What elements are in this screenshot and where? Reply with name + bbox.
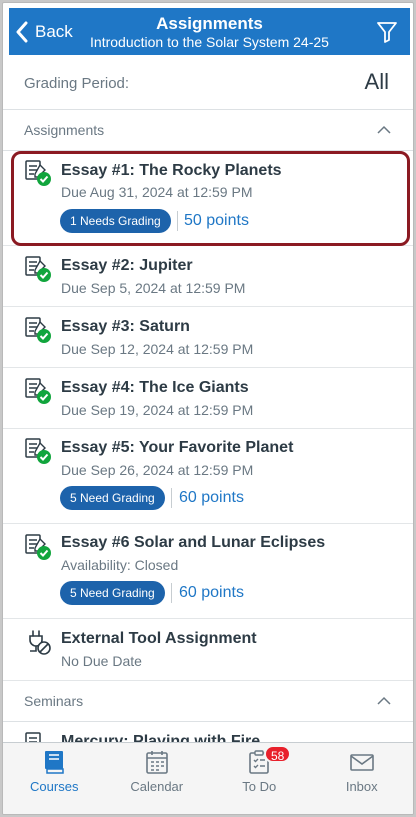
tab-label: To Do [242,779,277,794]
published-assignment-icon [25,256,51,282]
needs-grading-badge: 5 Need Grading [60,486,165,510]
assignment-title: External Tool Assignment [61,630,257,647]
assignment-due-date: Due Sep 5, 2024 at 12:59 PM [61,280,246,296]
selection-highlight [11,151,410,246]
course-subtitle: Introduction to the Solar System 24-25 [90,34,329,50]
assignment-due-date: Due Sep 26, 2024 at 12:59 PM [61,462,254,478]
tab-inbox[interactable]: Inbox [311,743,414,814]
section-title: Seminars [24,693,84,709]
tab-label: Calendar [130,779,184,794]
courses-icon [45,751,64,774]
assignment-points: 60 points [179,584,244,601]
divider [171,488,172,508]
published-assignment-icon [25,534,51,560]
chevron-up-icon [377,125,391,134]
assignment-row[interactable]: Essay #2: Jupiter Due Sep 5, 2024 at 12:… [3,246,413,307]
assignment-due-date: Due Sep 12, 2024 at 12:59 PM [61,341,254,357]
tab-bar: Courses Calendar To Do 58 Inbox [3,742,413,814]
assignment-points: 60 points [179,489,244,506]
divider [171,583,172,603]
assignment-row[interactable]: Essay #5: Your Favorite Planet Due Sep 2… [3,429,413,524]
assignment-title: Essay #4: The Ice Giants [61,379,249,396]
tab-label: Courses [30,779,79,794]
navigation-titles: Assignments Introduction to the Solar Sy… [9,14,410,51]
section-title: Assignments [24,122,105,138]
tab-label: Inbox [345,779,378,794]
assignment-due-date: No Due Date [61,653,142,669]
assignments-section-header[interactable]: Assignments [3,110,413,151]
navigation-bar: Back Assignments Introduction to the Sol… [9,8,410,55]
needs-grading-badge: 5 Need Grading [60,581,165,605]
assignment-title: Essay #2: Jupiter [61,257,193,274]
page-title: Assignments [156,14,263,33]
tab-courses[interactable]: Courses [3,743,106,814]
grading-period-selector[interactable]: All [365,69,389,95]
assignment-title: Essay #6 Solar and Lunar Eclipses [61,534,326,551]
grading-period-row: Grading Period: All [3,55,413,110]
published-assignment-icon [25,438,51,464]
chevron-up-icon [377,696,391,705]
tab-todo[interactable]: To Do 58 [208,743,311,814]
published-assignment-icon [25,317,51,343]
grading-period-label: Grading Period: [24,75,130,92]
assignment-row[interactable]: Essay #3: Saturn Due Sep 12, 2024 at 12:… [3,307,413,368]
published-assignment-icon [25,378,51,404]
todo-count-badge: 58 [264,745,292,763]
assignment-row[interactable]: Essay #4: The Ice Giants Due Sep 19, 202… [3,368,413,429]
assignment-title: Essay #3: Saturn [61,318,190,335]
phone-screen: Back Assignments Introduction to the Sol… [2,2,414,815]
assignment-title: Essay #5: Your Favorite Planet [61,439,294,456]
inbox-icon [349,754,374,771]
tab-calendar[interactable]: Calendar [106,743,209,814]
assignment-availability: Availability: Closed [61,557,179,573]
assignment-row[interactable]: External Tool Assignment No Due Date [3,619,413,681]
assignment-row[interactable]: Essay #6 Solar and Lunar Eclipses Availa… [3,524,413,619]
seminars-section-header[interactable]: Seminars [3,681,413,722]
filter-icon[interactable] [376,20,398,44]
plug-icon [29,630,51,655]
assignment-due-date: Due Sep 19, 2024 at 12:59 PM [61,402,254,418]
calendar-icon [145,751,168,774]
